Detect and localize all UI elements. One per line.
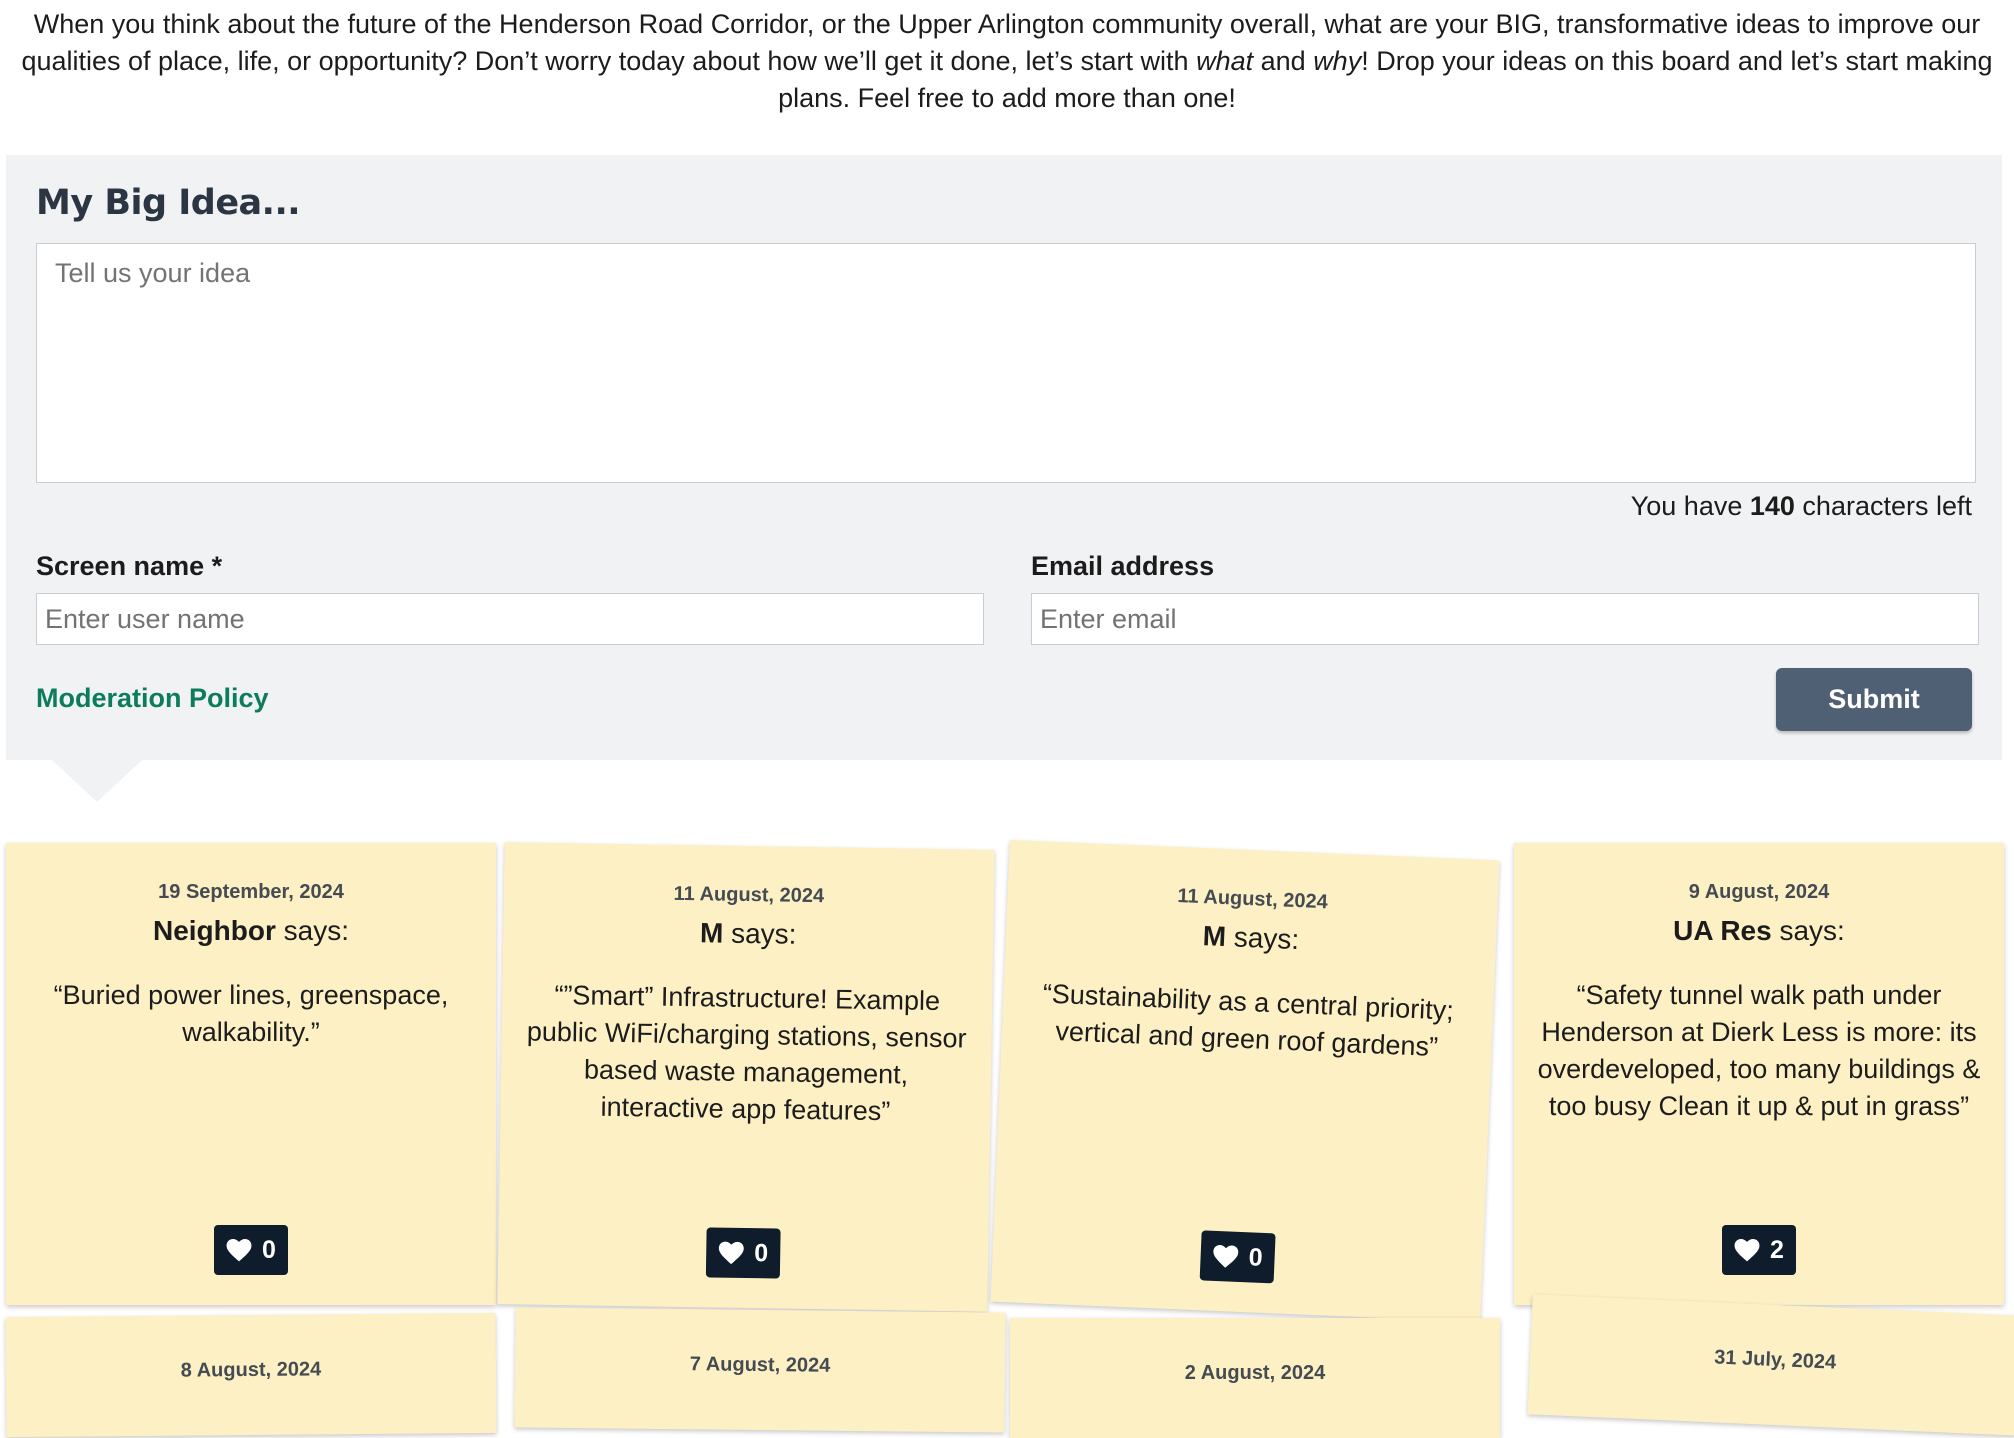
chars-prefix: You have bbox=[1630, 491, 1750, 521]
idea-note: 11 August, 2024 M says: “Sustainability … bbox=[990, 839, 1500, 1323]
intro-what: what bbox=[1196, 46, 1254, 76]
like-button[interactable]: 0 bbox=[1199, 1230, 1276, 1284]
note-says: says: bbox=[1225, 921, 1300, 956]
note-date: 9 August, 2024 bbox=[1688, 881, 1830, 903]
like-count: 0 bbox=[754, 1238, 769, 1267]
moderation-policy-link[interactable]: Moderation Policy bbox=[36, 683, 269, 714]
note-text: “”Smart” Infrastructure! Example public … bbox=[526, 979, 967, 1127]
note-author-name: M bbox=[1202, 920, 1227, 953]
note-text: “Sustainability as a central priority; v… bbox=[1042, 978, 1455, 1063]
screen-name-label: Screen name * bbox=[36, 551, 223, 581]
like-count: 2 bbox=[1770, 1235, 1784, 1264]
character-counter: You have 140 characters left bbox=[1631, 491, 1972, 522]
idea-note-partial: 7 August, 2024 bbox=[514, 1307, 1006, 1433]
note-author: M says: bbox=[1006, 912, 1497, 964]
chars-suffix: characters left bbox=[1794, 491, 1972, 521]
like-button[interactable]: 2 bbox=[1722, 1225, 1796, 1275]
idea-note: 9 August, 2024 UA Res says: “Safety tunn… bbox=[1514, 843, 2004, 1305]
intro-and: and bbox=[1253, 46, 1314, 76]
panel-pointer bbox=[52, 760, 142, 802]
email-label: Email address bbox=[1031, 551, 1215, 581]
intro-text: When you think about the future of the H… bbox=[10, 6, 2004, 117]
note-date: 7 August, 2024 bbox=[689, 1353, 831, 1377]
note-date: 19 September, 2024 bbox=[158, 881, 344, 903]
idea-note: 19 September, 2024 Neighbor says: “Burie… bbox=[6, 843, 496, 1305]
like-count: 0 bbox=[1248, 1242, 1264, 1272]
note-author: UA Res says: bbox=[1514, 915, 2004, 947]
like-button[interactable]: 0 bbox=[705, 1227, 781, 1279]
chars-left-value: 140 bbox=[1749, 491, 1795, 521]
note-author: Neighbor says: bbox=[6, 915, 496, 947]
note-says: says: bbox=[275, 915, 350, 946]
like-count: 0 bbox=[262, 1235, 276, 1264]
like-button[interactable]: 0 bbox=[214, 1225, 288, 1275]
note-date: 2 August, 2024 bbox=[1184, 1362, 1326, 1384]
note-text: “Safety tunnel walk path under Henderson… bbox=[1537, 980, 1981, 1121]
note-says: says: bbox=[723, 917, 797, 950]
idea-textarea[interactable] bbox=[36, 243, 1976, 483]
note-author: M says: bbox=[503, 914, 993, 954]
heart-icon bbox=[226, 1238, 252, 1262]
note-author-name: M bbox=[699, 917, 724, 949]
heart-icon bbox=[1213, 1245, 1239, 1268]
idea-note-partial: 2 August, 2024 bbox=[1010, 1318, 1500, 1438]
email-input[interactable] bbox=[1031, 593, 1979, 645]
idea-note: 11 August, 2024 M says: “”Smart” Infrast… bbox=[497, 842, 995, 1312]
note-date: 11 August, 2024 bbox=[673, 882, 825, 908]
heart-icon bbox=[1734, 1238, 1760, 1262]
intro-why: why bbox=[1313, 46, 1362, 76]
note-date: 8 August, 2024 bbox=[180, 1358, 322, 1382]
note-author-name: UA Res bbox=[1673, 915, 1772, 946]
form-title: My Big Idea... bbox=[36, 183, 301, 223]
idea-note-partial: 8 August, 2024 bbox=[5, 1312, 497, 1438]
heart-icon bbox=[718, 1241, 744, 1265]
screen-name-input[interactable] bbox=[36, 593, 984, 645]
note-author-name: Neighbor bbox=[152, 915, 276, 946]
note-date: 31 July, 2024 bbox=[1713, 1346, 1837, 1374]
note-says: says: bbox=[1771, 915, 1845, 946]
note-text: “Buried power lines, greenspace, walkabi… bbox=[53, 980, 449, 1047]
idea-form-panel: My Big Idea... You have 140 characters l… bbox=[6, 155, 2002, 760]
idea-note-partial: 31 July, 2024 bbox=[1527, 1294, 2014, 1436]
submit-button[interactable]: Submit bbox=[1776, 668, 1972, 731]
